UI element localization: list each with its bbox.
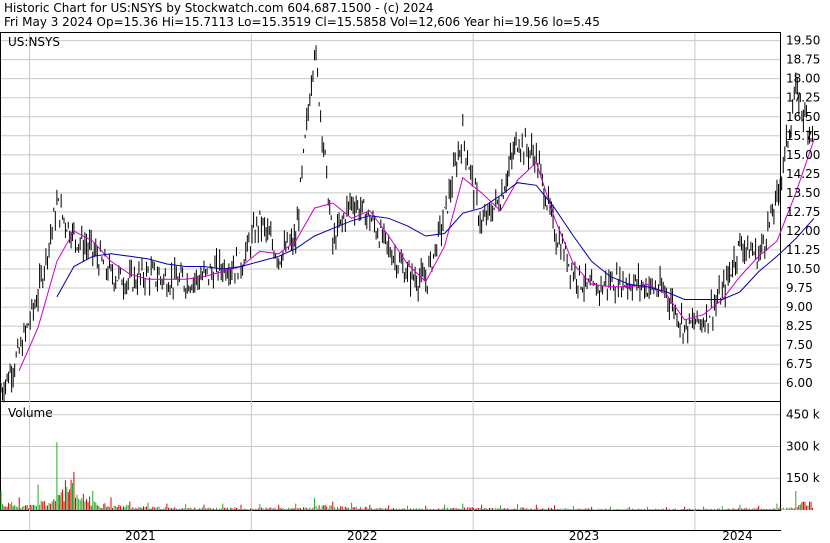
price-tick-label: 17.25 xyxy=(786,91,820,105)
price-tick-label: 18.00 xyxy=(786,72,820,86)
price-tick-label: 15.00 xyxy=(786,148,820,162)
historic-chart-svg: Historic Chart for US:NSYS by Stockwatch… xyxy=(0,1,820,543)
price-tick-label: 10.50 xyxy=(786,262,820,276)
price-tick-label: 6.00 xyxy=(786,376,813,390)
year-tick-label: 2021 xyxy=(125,529,156,543)
price-tick-label: 11.25 xyxy=(786,243,820,257)
volume-tick-label: 450 k xyxy=(786,408,820,422)
price-bars-layer xyxy=(0,45,814,403)
year-tick-label: 2022 xyxy=(347,529,378,543)
volume-panel-frame xyxy=(0,401,781,511)
grid-layer xyxy=(1,33,780,530)
price-tick-label: 6.75 xyxy=(786,357,813,371)
volume-label: Volume xyxy=(8,406,53,420)
price-tick-label: 14.25 xyxy=(786,167,820,181)
date-axis-labels: 2021 2022 2023 2024 xyxy=(125,529,753,543)
volume-bars-layer xyxy=(0,442,814,510)
price-tick-label: 19.50 xyxy=(786,34,820,48)
volume-grid-layer xyxy=(1,414,780,479)
volume-tick-label: 300 k xyxy=(786,439,820,453)
price-axis-labels: 6.00 6.75 7.50 8.25 9.00 9.75 10.50 11.25 12.00 1… xyxy=(786,34,820,391)
price-tick-label: 12.75 xyxy=(786,205,820,219)
price-tick-label: 8.25 xyxy=(786,319,813,333)
moving-average-long-line xyxy=(56,182,815,300)
price-tick-label: 9.75 xyxy=(786,281,813,295)
price-tick-label: 13.50 xyxy=(786,186,820,200)
volume-tick-label: 150 k xyxy=(786,471,820,485)
symbol-label: US:NSYS xyxy=(8,35,60,49)
header-title: Historic Chart for US:NSYS by Stockwatch… xyxy=(4,1,434,15)
price-tick-label: 7.50 xyxy=(786,338,813,352)
header-quote-line: Fri May 3 2024 Op=15.36 Hi=15.7113 Lo=15… xyxy=(4,15,600,29)
year-tick-label: 2024 xyxy=(722,529,753,543)
price-tick-label: 12.00 xyxy=(786,224,820,238)
chart-root: Historic Chart for US:NSYS by Stockwatch… xyxy=(0,0,830,543)
price-tick-label: 16.50 xyxy=(786,110,820,124)
price-tick-label: 9.00 xyxy=(786,300,813,314)
price-tick-label: 18.75 xyxy=(786,53,820,67)
price-panel-frame xyxy=(0,32,781,402)
price-tick-label: 15.75 xyxy=(786,129,820,143)
volume-axis-labels: 150 k 300 k 450 k xyxy=(786,408,820,486)
year-tick-label: 2023 xyxy=(569,529,600,543)
